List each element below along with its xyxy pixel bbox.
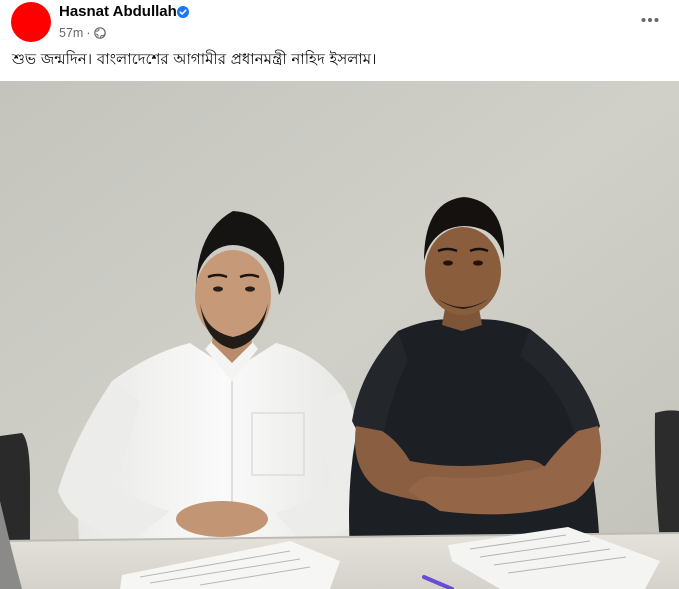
author-name[interactable]: Hasnat Abdullah (59, 2, 177, 22)
meta-separator: · (86, 26, 91, 40)
facebook-post: Hasnat Abdullah 57m · শুভ জন্মদিন। বাংলা… (0, 0, 679, 589)
post-timestamp[interactable]: 57m (59, 24, 83, 42)
post-caption: শুভ জন্মদিন। বাংলাদেশের আগামীর প্রধানমন্… (12, 50, 377, 68)
post-meta: 57m · (59, 24, 106, 42)
photo-illustration (0, 81, 679, 589)
post-photo[interactable] (0, 81, 679, 589)
post-header: Hasnat Abdullah 57m · (0, 0, 679, 44)
more-options-icon (641, 18, 659, 22)
more-options-button[interactable] (633, 8, 667, 32)
globe-icon[interactable] (93, 27, 106, 39)
verified-badge-icon (177, 6, 189, 18)
author-avatar[interactable] (11, 2, 51, 42)
